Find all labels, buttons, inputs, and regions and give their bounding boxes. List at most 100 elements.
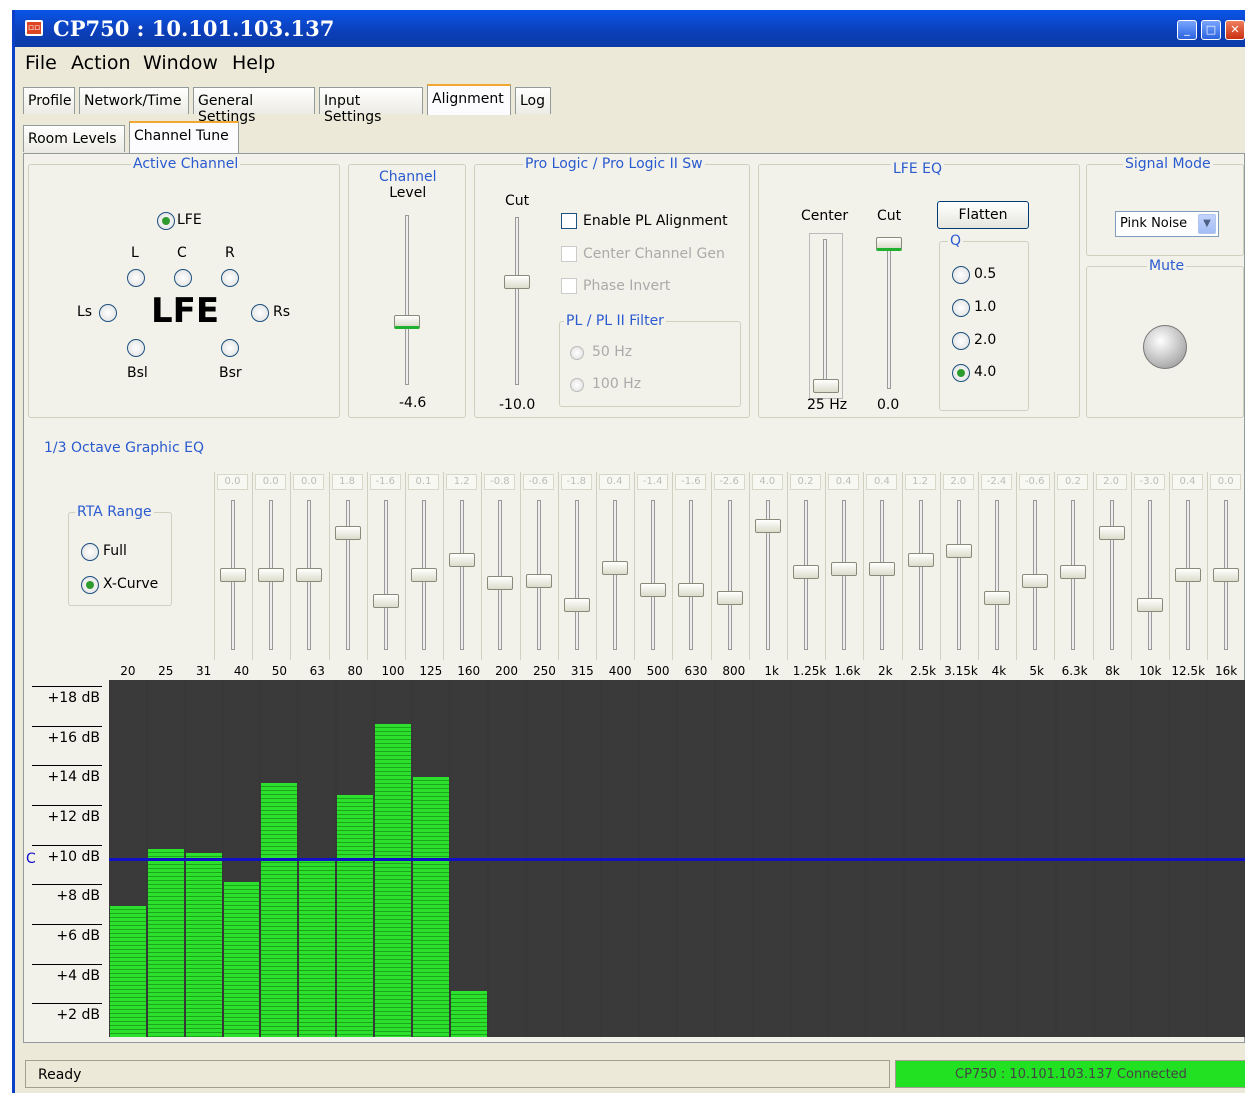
eq-band-value[interactable]: 0.4 [866, 474, 898, 490]
eq-band-slider[interactable] [1175, 568, 1201, 582]
eq-band-slider[interactable] [258, 568, 285, 582]
radio-100hz[interactable] [570, 378, 584, 392]
eq-band-value[interactable]: 2.0 [942, 474, 974, 490]
eq-band-slider[interactable] [831, 562, 858, 576]
minimize-button[interactable]: _ [1177, 20, 1197, 40]
eq-band-slider[interactable] [754, 518, 781, 533]
eq-band-value[interactable]: -0.6 [1019, 474, 1051, 490]
eq-band-value[interactable]: -1.4 [637, 474, 669, 490]
tab-channel-tune[interactable]: Channel Tune [129, 121, 239, 153]
eq-band-value[interactable]: 0.4 [828, 474, 860, 490]
channel-level-slider[interactable] [394, 315, 420, 329]
eq-band-value[interactable]: 1.2 [446, 474, 478, 490]
eq-band-value[interactable]: 0.4 [599, 474, 630, 490]
eq-band-value[interactable]: -0.6 [522, 474, 554, 490]
tab-input-settings[interactable]: Input Settings [319, 87, 423, 125]
eq-band-value[interactable]: 0.2 [1057, 474, 1089, 490]
pl-filter-group: PL / PL II Filter 50 Hz 100 Hz [559, 313, 741, 407]
tab-general-settings[interactable]: General Settings [193, 87, 315, 125]
tab-network-time[interactable]: Network/Time [79, 87, 189, 114]
menu-window[interactable]: Window [143, 52, 218, 74]
eq-band-value[interactable]: -0.8 [484, 474, 516, 490]
tab-room-levels[interactable]: Room Levels [23, 125, 125, 152]
eq-band-value[interactable]: 0.0 [255, 474, 287, 490]
eq-band-slider[interactable] [334, 526, 361, 540]
eq-band-value[interactable]: 0.4 [1172, 474, 1203, 490]
eq-band-slider[interactable] [411, 568, 437, 582]
radio-bsr[interactable] [221, 339, 239, 357]
tab-profile[interactable]: Profile [23, 87, 75, 114]
eq-band-slider[interactable] [220, 568, 246, 582]
eq-band-value[interactable]: 0.0 [293, 474, 325, 490]
eq-band-value[interactable]: 0.0 [1210, 474, 1242, 490]
enable-pl-alignment-checkbox[interactable] [561, 213, 577, 229]
radio-q-2-0[interactable] [952, 332, 970, 350]
chevron-down-icon[interactable]: ▼ [1198, 214, 1216, 234]
eq-band-slider[interactable] [372, 593, 399, 608]
lfe-eq-cut-slider[interactable] [876, 237, 902, 251]
eq-band-value[interactable]: 0.0 [217, 474, 248, 490]
eq-band-slider[interactable] [1098, 526, 1125, 540]
center-channel-gen-checkbox[interactable] [561, 246, 577, 262]
eq-band-slider[interactable] [907, 553, 934, 567]
menu-help[interactable]: Help [232, 52, 275, 74]
freq-label: 80 [347, 664, 363, 678]
eq-band-value[interactable]: 1.8 [331, 474, 363, 490]
eq-band-slider[interactable] [1213, 568, 1240, 582]
eq-band-slider[interactable] [563, 598, 590, 612]
eq-band-slider[interactable] [1060, 565, 1087, 579]
radio-rta-full[interactable] [81, 543, 99, 561]
eq-band-slider[interactable] [716, 590, 743, 605]
eq-band-slider[interactable] [678, 583, 705, 597]
close-button[interactable]: ✕ [1225, 20, 1245, 40]
menu-action[interactable]: Action [71, 52, 131, 74]
eq-band-value[interactable]: -1.6 [675, 474, 707, 490]
eq-band-value[interactable]: 4.0 [751, 474, 783, 490]
eq-band-slider[interactable] [525, 574, 552, 588]
eq-band-slider[interactable] [1022, 574, 1049, 588]
maximize-button[interactable]: □ [1201, 20, 1221, 40]
radio-q-4-0[interactable] [952, 364, 970, 382]
tab-alignment[interactable]: Alignment [427, 84, 511, 115]
eq-band-value[interactable]: -2.6 [713, 474, 745, 490]
eq-band-value[interactable]: -1.8 [560, 474, 592, 490]
eq-band-slider[interactable] [869, 562, 896, 576]
eq-band-slider[interactable] [449, 553, 476, 567]
radio-50hz[interactable] [570, 346, 584, 360]
eq-band-slider[interactable] [793, 565, 819, 579]
mute-button[interactable] [1143, 325, 1187, 369]
radio-l[interactable] [127, 269, 145, 287]
eq-band-value[interactable]: -2.4 [981, 474, 1012, 490]
eq-band-value[interactable]: -3.0 [1133, 474, 1165, 490]
eq-band-slider[interactable] [945, 544, 972, 558]
eq-band-value[interactable]: 0.2 [790, 474, 821, 490]
eq-band-slider[interactable] [602, 560, 628, 575]
radio-r[interactable] [221, 269, 239, 287]
phase-invert-checkbox[interactable] [561, 278, 577, 294]
eq-band-value[interactable]: 2.0 [1095, 474, 1127, 490]
eq-band-slider[interactable] [296, 568, 323, 582]
eq-band-slider[interactable] [1136, 598, 1163, 612]
radio-lfe[interactable] [157, 212, 175, 230]
menu-file[interactable]: File [25, 52, 57, 74]
freq-label: 160 [457, 664, 481, 678]
radio-ls[interactable] [99, 304, 117, 322]
eq-band-slider[interactable] [487, 575, 514, 590]
eq-band-slider[interactable] [640, 583, 667, 597]
eq-band-slider[interactable] [984, 590, 1010, 605]
lfe-eq-center-slider[interactable] [813, 379, 839, 393]
prologic-cut-slider[interactable] [504, 275, 530, 289]
eq-band-value[interactable]: 0.1 [408, 474, 439, 490]
tab-log[interactable]: Log [515, 87, 551, 114]
radio-rs[interactable] [251, 304, 269, 322]
radio-q-0-5[interactable] [952, 266, 970, 284]
radio-bsl[interactable] [127, 339, 145, 357]
radio-c[interactable] [174, 269, 192, 287]
eq-band-value[interactable]: -1.6 [369, 474, 401, 490]
radio-rta-xcurve[interactable] [81, 576, 99, 594]
eq-band-value[interactable]: 1.2 [904, 474, 936, 490]
flatten-button[interactable]: Flatten [937, 201, 1029, 229]
eq-band-track [651, 500, 656, 650]
radio-q-1-0[interactable] [952, 299, 970, 317]
signal-mode-dropdown[interactable]: Pink Noise ▼ [1115, 211, 1219, 237]
